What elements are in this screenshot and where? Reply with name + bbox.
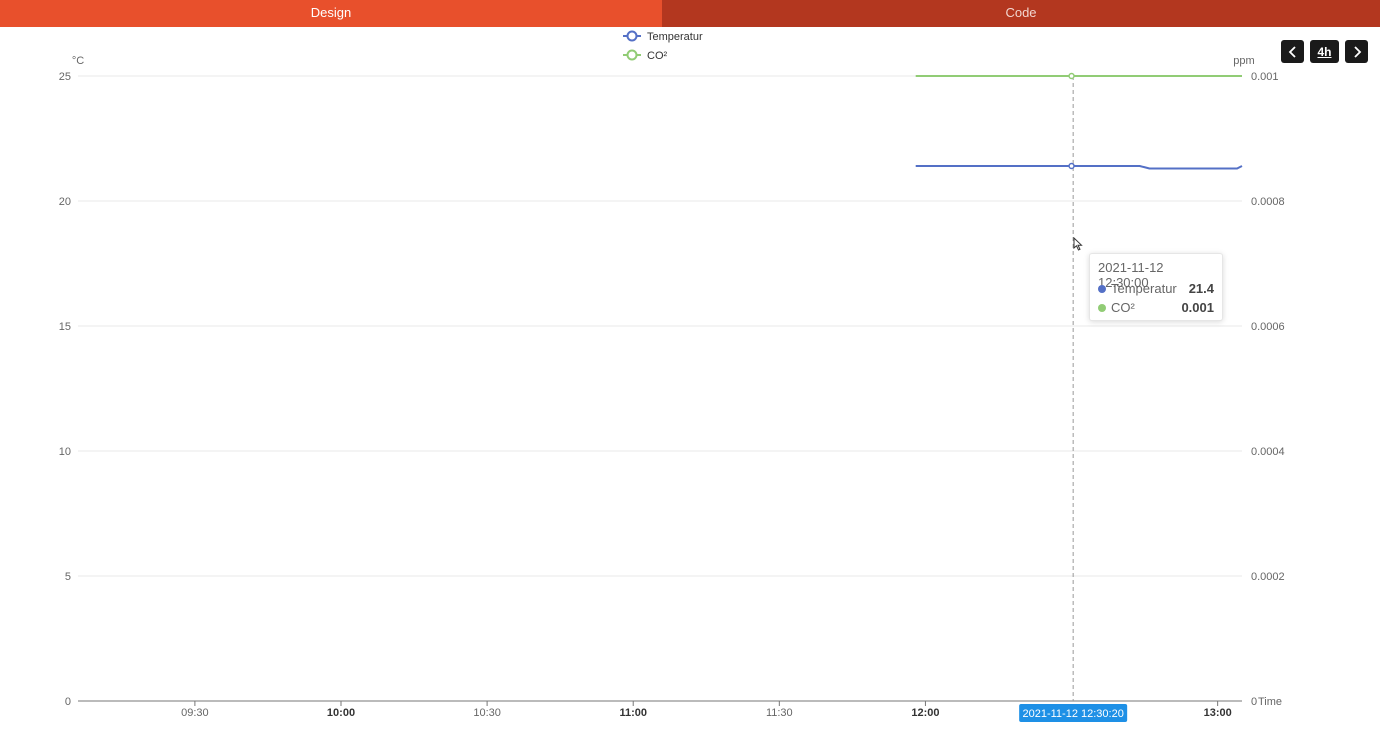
time-range-nav: 4h (1281, 40, 1368, 63)
range-button[interactable]: 4h (1310, 40, 1339, 63)
legend-label: Temperatur (647, 31, 703, 43)
y-left-axis-name: °C (72, 55, 84, 67)
tooltip-row-co2: CO² 0.001 (1098, 298, 1214, 317)
y-left-tick-label: 25 (59, 71, 71, 83)
line-chart: 0 5 10 15 20 25 0 0.0002 0.0004 0.0006 0.0008 0.001… (59, 30, 1285, 722)
chart-tooltip: 2021-11-12 12:30:00 Temperatur 21.4 CO² … (1089, 253, 1223, 321)
y-right-axis-name: ppm (1233, 55, 1254, 67)
y-right-tick-label: 0.0008 (1251, 196, 1285, 208)
y-right-tick-label: 0 (1251, 696, 1257, 708)
tooltip-series-name: Temperatur (1111, 281, 1177, 296)
tooltip-title: 2021-11-12 12:30:00 (1098, 260, 1164, 290)
chevron-left-icon (1288, 45, 1296, 58)
series-line-temperatur (915, 165, 1243, 170)
chevron-right-icon (1353, 45, 1361, 58)
y-left-tick-label: 0 (65, 696, 71, 708)
tab-code[interactable]: Code (662, 0, 1380, 27)
tab-bar: Design Code (0, 0, 1380, 27)
y-right-tick-label: 0.001 (1251, 71, 1279, 83)
y-left-tick-label: 15 (59, 321, 71, 333)
x-axis-name: Time (1258, 696, 1282, 708)
y-left-tick-label: 20 (59, 196, 71, 208)
tooltip-dot-co2 (1098, 303, 1106, 312)
x-tick-label: 12:00 (911, 707, 939, 719)
tooltip-series-value: 21.4 (1188, 281, 1214, 296)
y-right-tick-label: 0.0006 (1251, 321, 1285, 333)
next-range-button[interactable] (1345, 40, 1368, 63)
tooltip-series-name: CO² (1111, 300, 1135, 315)
x-tick-label: 11:00 (619, 707, 647, 719)
legend-marker (626, 30, 638, 42)
tooltip-row-temperature: Temperatur 21.4 (1098, 279, 1214, 298)
axis-pointer-label: 2021-11-12 12:30:20 (1022, 708, 1123, 720)
tab-design[interactable]: Design (0, 0, 662, 27)
y-right-tick-label: 0.0002 (1251, 571, 1285, 583)
prev-range-button[interactable] (1281, 40, 1304, 63)
y-left-tick-label: 10 (59, 446, 71, 458)
y-right-tick-label: 0.0004 (1251, 446, 1285, 458)
series-point-highlight (1068, 72, 1075, 80)
x-tick-label: 11:30 (766, 707, 793, 719)
x-tick-label: 13:00 (1204, 707, 1232, 719)
tooltip-dot-temperature (1098, 284, 1106, 293)
legend-label: CO² (647, 50, 668, 62)
x-tick-label: 09:30 (181, 707, 209, 719)
series-point-highlight (1068, 162, 1075, 170)
y-left-tick-label: 5 (65, 571, 71, 583)
legend-marker (626, 49, 638, 61)
tooltip-series-value: 0.001 (1181, 300, 1214, 315)
mouse-cursor-icon (1073, 237, 1083, 251)
x-tick-label: 10:30 (473, 707, 501, 719)
x-tick-label: 10:00 (327, 707, 355, 719)
